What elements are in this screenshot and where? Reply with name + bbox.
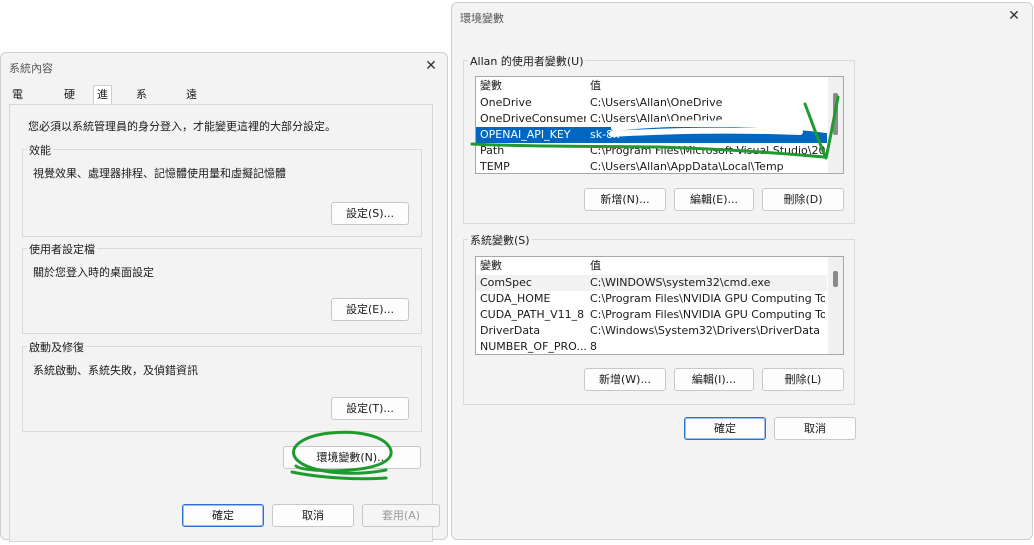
system-edit-button[interactable]: 編輯(I)...: [674, 368, 754, 391]
performance-desc: 視覺效果、處理器排程、記憶體使用量和虛擬記憶體: [33, 167, 286, 180]
scroll-thumb[interactable]: [833, 271, 838, 287]
user-variables-label: Allan 的使用者變數(U): [468, 53, 586, 69]
tab-hardware[interactable]: 硬體: [61, 86, 78, 118]
admin-note: 您必須以系統管理員的身分登入，才能變更這裡的大部分設定。: [28, 120, 336, 133]
env-title-bar: 環境變數 ✕: [452, 3, 1032, 29]
user-new-button[interactable]: 新增(N)...: [584, 188, 666, 211]
column-variable[interactable]: 變數: [480, 77, 502, 94]
system-variables-label: 系統變數(S): [468, 232, 532, 248]
user-profiles-desc: 關於您登入時的桌面設定: [33, 266, 154, 279]
cancel-button[interactable]: 取消: [272, 504, 354, 527]
list-item[interactable]: NUMBER_OF_PRO... 8: [476, 339, 827, 354]
system-properties-dialog: 系統內容 ✕ 電腦名稱 硬體 進階 系統保護 遠端 您必須以系統管理員的身分登入…: [0, 52, 448, 542]
scroll-thumb[interactable]: [833, 93, 838, 135]
performance-label: 效能: [27, 142, 53, 158]
user-profiles-label: 使用者設定檔: [27, 241, 97, 257]
column-variable[interactable]: 變數: [480, 257, 502, 274]
apply-button[interactable]: 套用(A): [362, 504, 440, 527]
env-close-icon[interactable]: ✕: [1006, 8, 1022, 24]
user-profiles-settings-button[interactable]: 設定(E)...: [331, 298, 409, 321]
tab-remote[interactable]: 遠端: [183, 86, 200, 118]
advanced-tab-pane: 您必須以系統管理員的身分登入，才能變更這裡的大部分設定。 效能 視覺效果、處理器…: [9, 104, 433, 542]
list-item[interactable]: DriverData C:\Windows\System32\Drivers\D…: [476, 323, 827, 339]
title-bar: 系統內容 ✕: [1, 53, 447, 79]
user-edit-button[interactable]: 編輯(E)...: [674, 188, 754, 211]
window-title: 系統內容: [9, 62, 53, 75]
close-icon[interactable]: ✕: [423, 58, 439, 74]
tab-advanced[interactable]: 進階: [93, 85, 112, 118]
user-list-scrollbar[interactable]: [828, 77, 843, 173]
user-variables-list[interactable]: 變數 值 OneDrive C:\Users\Allan\OneDrive On…: [475, 76, 844, 174]
performance-settings-button[interactable]: 設定(S)...: [331, 202, 409, 225]
startup-recovery-group: 啟動及修復 系統啟動、系統失敗，及偵錯資訊 設定(T)...: [22, 339, 422, 432]
performance-group: 效能 視覺效果、處理器排程、記憶體使用量和虛擬記憶體 設定(S)...: [22, 142, 422, 237]
environment-variables-button[interactable]: 環境變數(N)...: [283, 446, 421, 469]
system-variables-group: 系統變數(S) 變數 值 ComSpec C:\WINDOWS\system32…: [463, 232, 855, 405]
environment-variables-dialog: 環境變數 ✕ Allan 的使用者變數(U) 變數 值 OneDrive C:\…: [451, 2, 1033, 540]
list-item[interactable]: Path C:\Program Files\Microsoft Visual S…: [476, 143, 827, 159]
user-profiles-group: 使用者設定檔 關於您登入時的桌面設定 設定(E)...: [22, 241, 422, 334]
ok-button[interactable]: 確定: [182, 504, 264, 527]
list-item[interactable]: OneDriveConsumer C:\Users\Allan\OneDrive: [476, 111, 827, 127]
list-item-selected[interactable]: OPENAI_API_KEY sk-8x: [476, 127, 827, 143]
env-ok-button[interactable]: 確定: [684, 417, 766, 440]
startup-recovery-settings-button[interactable]: 設定(T)...: [331, 397, 409, 420]
system-new-button[interactable]: 新增(W)...: [584, 368, 666, 391]
list-item[interactable]: CUDA_HOME C:\Program Files\NVIDIA GPU Co…: [476, 291, 827, 307]
list-item[interactable]: OneDrive C:\Users\Allan\OneDrive: [476, 95, 827, 111]
system-delete-button[interactable]: 刪除(L): [762, 368, 844, 391]
list-item[interactable]: TEMP C:\Users\Allan\AppData\Local\Temp: [476, 159, 827, 173]
tab-system-protection[interactable]: 系統保護: [133, 86, 150, 152]
system-list-header: 變數 值: [476, 257, 827, 274]
startup-recovery-desc: 系統啟動、系統失敗，及偵錯資訊: [33, 364, 198, 377]
system-variables-list[interactable]: 變數 值 ComSpec C:\WINDOWS\system32\cmd.exe…: [475, 256, 844, 355]
user-list-header: 變數 值: [476, 77, 827, 94]
tab-computer-name[interactable]: 電腦名稱: [9, 86, 26, 152]
user-variables-group: Allan 的使用者變數(U) 變數 值 OneDrive C:\Users\A…: [463, 53, 855, 224]
column-value[interactable]: 值: [590, 257, 601, 274]
env-window-title: 環境變數: [460, 12, 504, 25]
user-delete-button[interactable]: 刪除(D): [762, 188, 844, 211]
column-value[interactable]: 值: [590, 77, 601, 94]
startup-recovery-label: 啟動及修復: [27, 339, 86, 355]
env-cancel-button[interactable]: 取消: [774, 417, 856, 440]
list-item[interactable]: CUDA_PATH_V11_8 C:\Program Files\NVIDIA …: [476, 307, 827, 323]
system-list-scrollbar[interactable]: [828, 257, 843, 354]
list-item[interactable]: ComSpec C:\WINDOWS\system32\cmd.exe: [476, 275, 827, 291]
